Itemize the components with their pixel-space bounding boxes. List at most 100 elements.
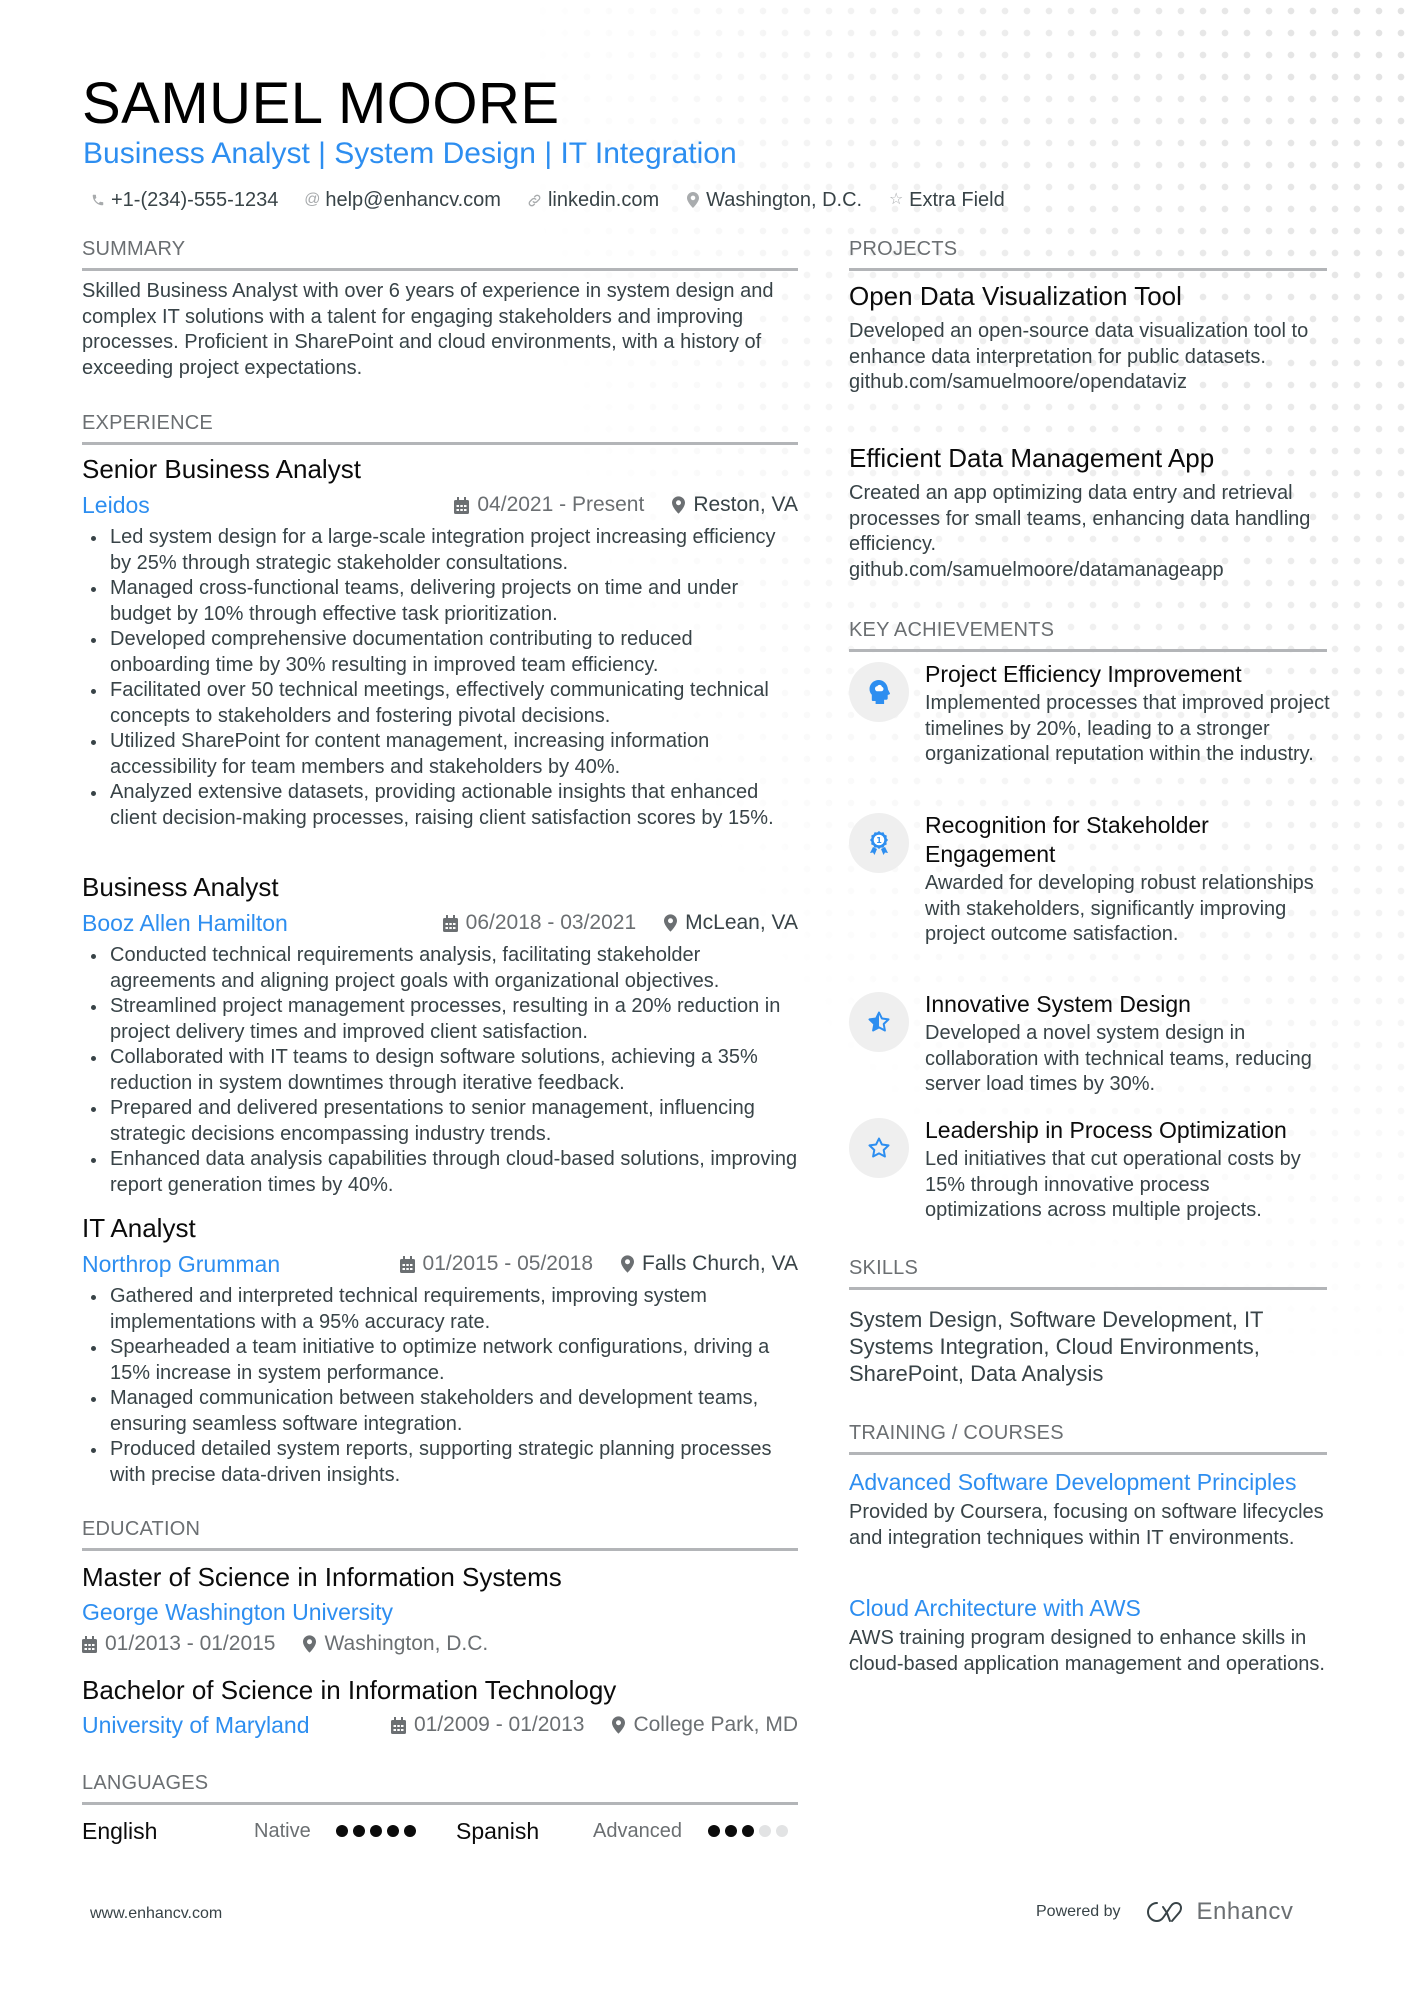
- phone-icon: [90, 193, 106, 207]
- resume-page: SAMUEL MOORE Business Analyst | System D…: [0, 0, 1410, 1995]
- rating-dot-filled: [387, 1825, 399, 1837]
- bullet-item: Prepared and delivered presentations to …: [82, 1096, 798, 1147]
- rating-dot-filled: [708, 1825, 720, 1837]
- job-title: IT Analyst: [82, 1213, 196, 1243]
- bullet-item: Led system design for a large-scale inte…: [82, 525, 798, 576]
- school-name[interactable]: University of Maryland: [82, 1712, 310, 1739]
- school-name[interactable]: George Washington University: [82, 1596, 798, 1628]
- achievement-description: Awarded for developing robust relationsh…: [925, 872, 1314, 945]
- company-name[interactable]: Booz Allen Hamilton: [82, 910, 288, 937]
- achievement-title: Innovative System Design: [925, 991, 1191, 1017]
- calendar-icon: [390, 1716, 406, 1734]
- rating-dot-filled: [336, 1825, 348, 1837]
- contact-email-text: help@enhancv.com: [325, 189, 501, 211]
- bullet-item: Developed comprehensive documentation co…: [82, 627, 798, 678]
- language-rating: [336, 1825, 456, 1837]
- achievement-description: Developed a novel system design in colla…: [925, 1022, 1312, 1095]
- section-heading-skills: SKILLS: [849, 1255, 1327, 1290]
- award-ribbon-icon: 1: [849, 813, 909, 873]
- at-icon: @: [304, 191, 321, 208]
- location-pin-icon: [621, 1255, 634, 1273]
- bullet-item: Enhanced data analysis capabilities thro…: [82, 1147, 798, 1198]
- brand-name: Enhancv: [1196, 1898, 1294, 1925]
- rating-dot-filled: [353, 1825, 365, 1837]
- link-icon: [527, 193, 543, 208]
- skills-text: System Design, Software Development, IT …: [849, 1307, 1264, 1386]
- education-location: College Park, MD: [633, 1713, 798, 1736]
- contact-linkedin[interactable]: linkedin.com: [527, 186, 659, 214]
- achievement-description: Implemented processes that improved proj…: [925, 692, 1330, 765]
- section-heading-key-achievements: KEY ACHIEVEMENTS: [849, 617, 1327, 652]
- project-title: Open Data Visualization Tool: [849, 281, 1182, 311]
- language-name: Spanish: [456, 1817, 540, 1844]
- powered-by-label: Powered by: [1036, 1903, 1121, 1920]
- education-location: Washington, D.C.: [324, 1632, 489, 1655]
- course-description: Provided by Coursera, focusing on softwa…: [849, 1501, 1324, 1549]
- job-dates: 04/2021 - Present: [477, 493, 645, 516]
- bullet-item: Facilitated over 50 technical meetings, …: [82, 678, 798, 729]
- project-description: Developed an open-source data visualizat…: [849, 320, 1309, 368]
- candidate-headline: Business Analyst | System Design | IT In…: [83, 137, 737, 170]
- course-description: AWS training program designed to enhance…: [849, 1627, 1325, 1675]
- rating-dot-empty: [759, 1825, 771, 1837]
- languages-row: English Native Spanish Advanced: [82, 1814, 798, 1848]
- education-dates: 01/2009 - 01/2013: [413, 1713, 585, 1736]
- education-entry: Bachelor of Science in Information Techn…: [82, 1673, 798, 1741]
- brain-head-icon: [849, 662, 909, 722]
- company-name[interactable]: Northrop Grumman: [82, 1251, 280, 1278]
- contact-location: Washington, D.C.: [685, 186, 862, 214]
- job-bullets: Led system design for a large-scale inte…: [82, 525, 798, 831]
- bullet-item: Produced detailed system reports, suppor…: [82, 1437, 798, 1488]
- course-entry: Cloud Architecture with AWS AWS training…: [849, 1593, 1327, 1677]
- calendar-icon: [454, 496, 470, 514]
- project-link[interactable]: github.com/samuelmoore/datamanageapp: [849, 558, 1327, 584]
- rating-dot-empty: [776, 1825, 788, 1837]
- contact-info: +1-(234)-555-1234 @ help@enhancv.com lin…: [90, 186, 1005, 214]
- achievement-title: Recognition for Stakeholder Engagement: [925, 812, 1209, 867]
- education-entry: Master of Science in Information Systems…: [82, 1560, 798, 1659]
- section-heading-training: TRAINING / COURSES: [849, 1420, 1327, 1455]
- section-heading-projects: PROJECTS: [849, 236, 1327, 271]
- location-pin-icon: [664, 914, 678, 932]
- course-title[interactable]: Advanced Software Development Principles: [849, 1467, 1327, 1497]
- job-dates: 06/2018 - 03/2021: [465, 911, 637, 934]
- calendar-icon: [82, 1635, 97, 1653]
- contact-location-text: Washington, D.C.: [706, 189, 863, 211]
- star-half-icon: [849, 992, 909, 1052]
- svg-text:1: 1: [876, 836, 882, 845]
- location-pin-icon: [672, 496, 686, 514]
- section-heading-education: EDUCATION: [82, 1516, 798, 1551]
- job-location: McLean, VA: [685, 911, 798, 934]
- location-pin-icon: [303, 1635, 317, 1653]
- job-location: Reston, VA: [693, 493, 798, 516]
- footer-website-link[interactable]: www.enhancv.com: [90, 1905, 222, 1923]
- project-link[interactable]: github.com/samuelmoore/opendataviz: [849, 370, 1327, 396]
- project-title: Efficient Data Management App: [849, 443, 1215, 473]
- language-name: English: [82, 1817, 158, 1844]
- bullet-item: Spearheaded a team initiative to optimiz…: [82, 1335, 798, 1386]
- experience-entry: Business Analyst Booz Allen Hamilton 06/…: [82, 870, 798, 1198]
- job-title: Senior Business Analyst: [82, 454, 361, 484]
- bullet-item: Utilized SharePoint for content manageme…: [82, 729, 798, 780]
- section-heading-experience: EXPERIENCE: [82, 410, 798, 445]
- job-dates: 01/2015 - 05/2018: [422, 1252, 593, 1275]
- calendar-icon: [442, 914, 458, 932]
- project-entry: Open Data Visualization Tool Developed a…: [849, 279, 1327, 396]
- bullet-item: Collaborated with IT teams to design sof…: [82, 1045, 798, 1096]
- rating-dot-filled: [725, 1825, 737, 1837]
- language-rating: [708, 1825, 788, 1837]
- course-title[interactable]: Cloud Architecture with AWS: [849, 1593, 1327, 1623]
- footer-branding: Powered by Enhancv: [1036, 1898, 1293, 1926]
- bullet-item: Streamlined project management processes…: [82, 994, 798, 1045]
- summary-text: Skilled Business Analyst with over 6 yea…: [82, 280, 774, 379]
- education-dates: 01/2013 - 01/2015: [105, 1632, 276, 1655]
- location-pin-icon: [612, 1716, 626, 1734]
- contact-email[interactable]: @ help@enhancv.com: [304, 186, 501, 214]
- bullet-item: Conducted technical requirements analysi…: [82, 943, 798, 994]
- achievement-title: Leadership in Process Optimization: [925, 1117, 1287, 1143]
- company-name[interactable]: Leidos: [82, 492, 150, 519]
- section-heading-languages: LANGUAGES: [82, 1770, 798, 1805]
- contact-phone[interactable]: +1-(234)-555-1234: [90, 186, 278, 214]
- enhancv-logo[interactable]: Enhancv: [1143, 1898, 1294, 1926]
- achievement-description: Led initiatives that cut operational cos…: [925, 1148, 1301, 1221]
